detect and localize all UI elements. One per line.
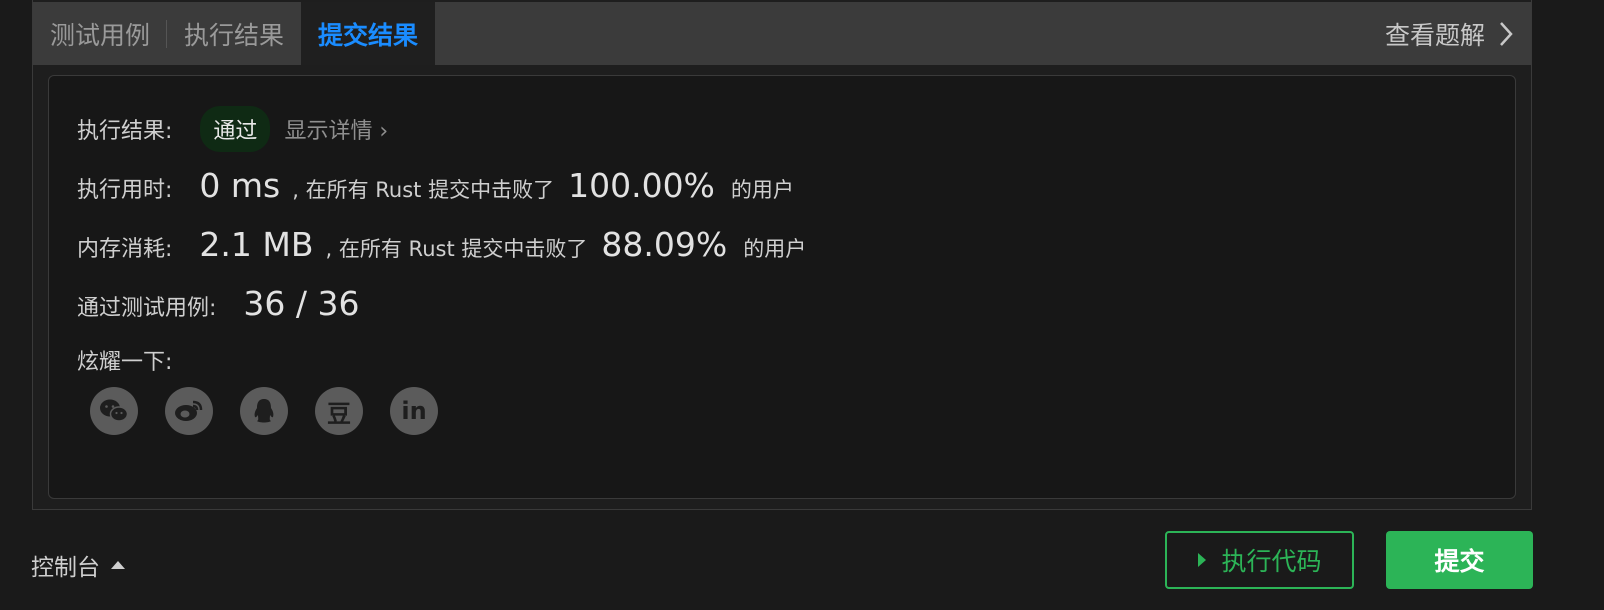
runtime-suffix: 的用户 [730, 178, 794, 202]
runtime-label: 执行用时: [77, 178, 173, 203]
run-code-label: 执行代码 [1221, 547, 1322, 576]
tab-run-result[interactable]: 执行结果 [167, 2, 301, 65]
memory-label: 内存消耗: [77, 237, 173, 262]
caret-up-icon [111, 561, 125, 569]
tab-bar: 测试用例 执行结果 提交结果 查看题解 [33, 2, 1531, 65]
console-label: 控制台 [31, 555, 100, 581]
run-code-button[interactable]: 执行代码 [1165, 531, 1354, 589]
tab-submission-result[interactable]: 提交结果 [301, 2, 436, 65]
tests-row: 通过测试用例: 36 / 36 [77, 284, 360, 323]
submit-label: 提交 [1434, 547, 1485, 576]
share-label: 炫耀一下: [77, 350, 173, 375]
linkedin-icon: in [401, 397, 427, 425]
status-row: 执行结果: 通过 显示详情 › [77, 106, 388, 152]
wechat-icon [100, 399, 129, 422]
linkedin-share-button[interactable]: in [390, 387, 438, 435]
view-solution-link[interactable]: 查看题解 [1385, 2, 1531, 65]
result-content: 执行结果: 通过 显示详情 › 执行用时: 0 ms , 在所有 Rust 提交… [48, 75, 1516, 499]
result-panel: 测试用例 执行结果 提交结果 查看题解 执行结果: 通过 显示详情 › 执行用时… [32, 0, 1532, 510]
tab-test-cases[interactable]: 测试用例 [33, 2, 168, 65]
weibo-icon [175, 400, 203, 421]
douban-share-button[interactable]: 豆 [315, 387, 363, 435]
runtime-row: 执行用时: 0 ms , 在所有 Rust 提交中击败了 100.00% 的用户 [77, 166, 794, 205]
tests-value: 36 / 36 [243, 284, 360, 323]
memory-row: 内存消耗: 2.1 MB , 在所有 Rust 提交中击败了 88.09% 的用… [77, 225, 806, 264]
show-details-link[interactable]: 显示详情 › [284, 113, 388, 145]
chevron-right-icon [1500, 21, 1513, 46]
play-icon [1198, 553, 1207, 567]
status-label: 执行结果: [77, 119, 173, 144]
view-solution-label: 查看题解 [1384, 20, 1485, 50]
memory-percent: 88.09% [601, 225, 728, 264]
wechat-share-button[interactable] [90, 387, 138, 435]
runtime-mid-text: , 在所有 Rust 提交中击败了 [292, 178, 555, 202]
weibo-share-button[interactable] [165, 387, 213, 435]
douban-icon: 豆 [327, 399, 351, 428]
memory-mid-text: , 在所有 Rust 提交中击败了 [325, 237, 588, 261]
runtime-value: 0 ms [199, 166, 281, 205]
memory-suffix: 的用户 [743, 237, 807, 261]
tests-label: 通过测试用例: [77, 296, 217, 321]
share-row: 炫耀一下: [77, 344, 172, 376]
console-toggle[interactable]: 控制台 [31, 548, 126, 582]
qq-share-button[interactable] [240, 387, 288, 435]
qq-icon [254, 399, 274, 423]
submit-button[interactable]: 提交 [1386, 531, 1533, 589]
status-badge: 通过 [200, 106, 271, 152]
runtime-percent: 100.00% [568, 166, 715, 205]
share-buttons: 豆 in [90, 387, 438, 435]
memory-value: 2.1 MB [199, 225, 314, 264]
